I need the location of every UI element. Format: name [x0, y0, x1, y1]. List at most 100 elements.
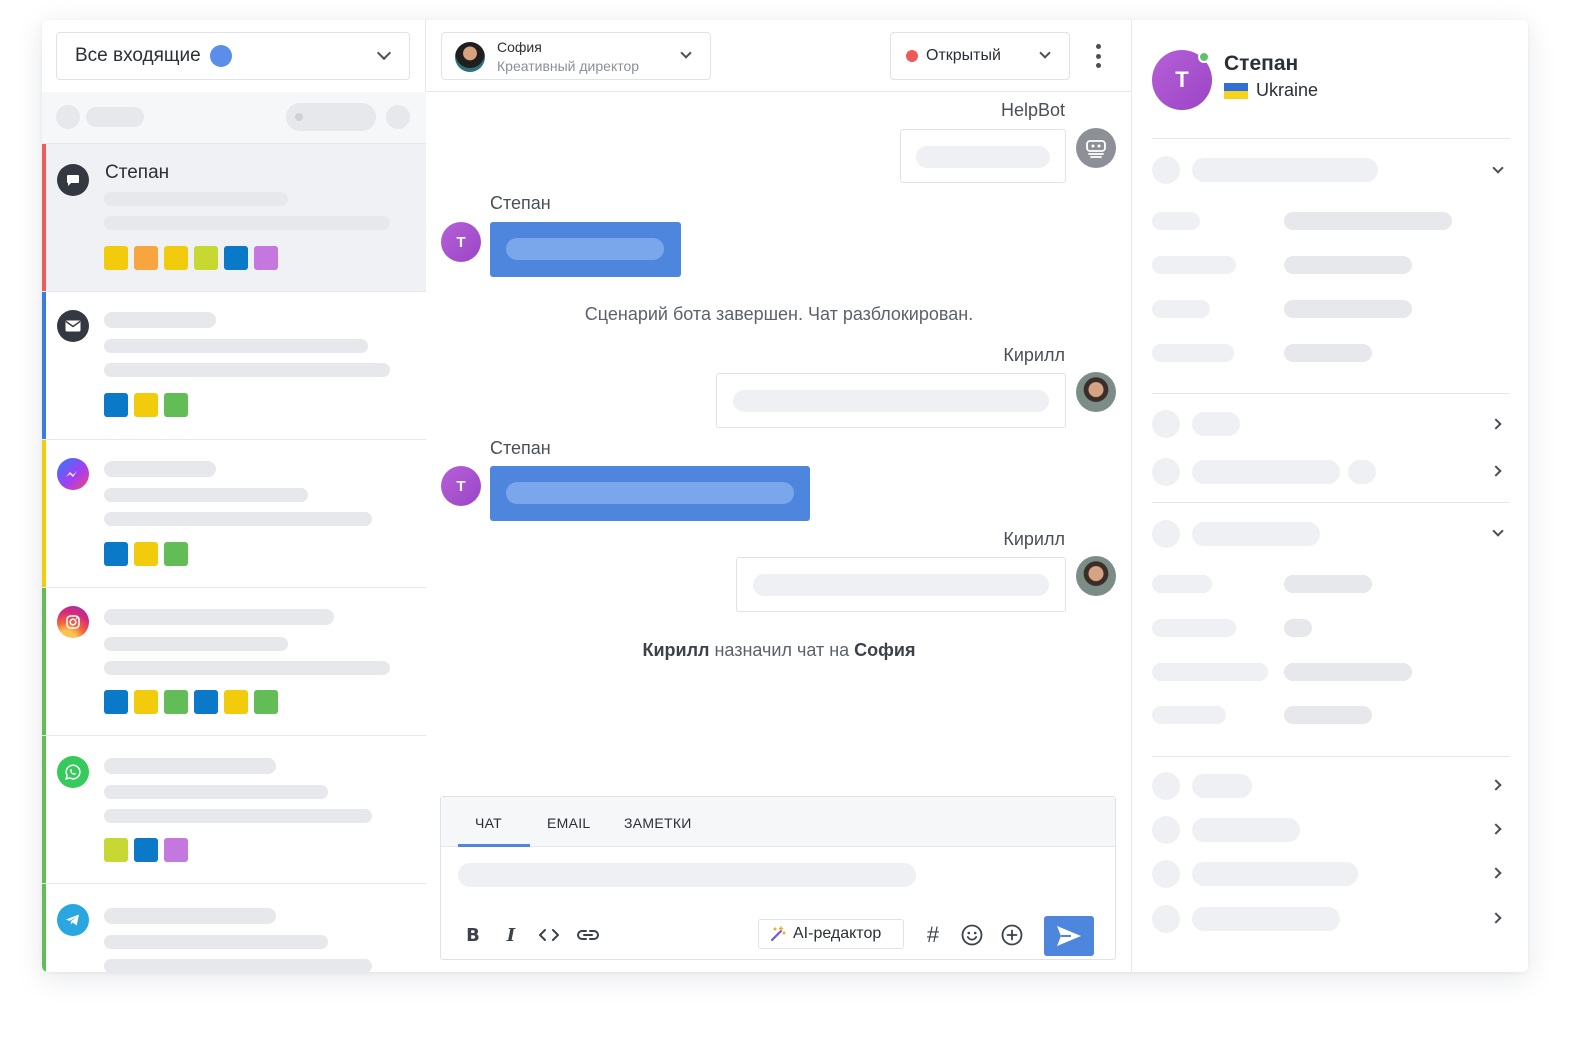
message-bubble: [490, 466, 810, 521]
message-bubble: [900, 129, 1066, 183]
tab-email[interactable]: EMAIL: [547, 815, 591, 831]
contact-country: Ukraine: [1224, 80, 1318, 101]
tag: [104, 246, 128, 270]
agent-avatar: [455, 42, 485, 72]
section-title-placeholder[interactable]: [1192, 818, 1300, 842]
emoji-icon[interactable]: [960, 923, 984, 947]
more-options-icon[interactable]: [1094, 44, 1102, 68]
section-icon-placeholder: [1152, 772, 1180, 800]
active-tab-indicator: [458, 844, 530, 847]
tag: [164, 690, 188, 714]
chevron-right-icon[interactable]: [1490, 465, 1502, 477]
tag: [104, 690, 128, 714]
chevron-right-icon[interactable]: [1490, 867, 1502, 879]
italic-icon[interactable]: I: [499, 923, 523, 947]
tab-notes[interactable]: ЗАМЕТКИ: [624, 815, 692, 831]
hashtag-icon[interactable]: #: [921, 922, 945, 947]
conversation-item[interactable]: [42, 440, 426, 588]
name-placeholder: [104, 758, 276, 774]
conversation-item[interactable]: [42, 736, 426, 884]
field-value-placeholder: [1284, 256, 1412, 274]
chevron-right-icon[interactable]: [1490, 779, 1502, 791]
conversation-item[interactable]: [42, 884, 426, 972]
ukraine-flag-icon: [1224, 82, 1248, 99]
chevron-down-icon: [1039, 47, 1051, 59]
contact-name: Степан: [1224, 52, 1299, 75]
tag: [134, 393, 158, 417]
field-label-placeholder: [1152, 300, 1210, 318]
tag: [104, 838, 128, 862]
section-icon-placeholder: [1152, 410, 1180, 438]
field-value-placeholder: [1284, 575, 1372, 593]
tag-list: [104, 542, 188, 566]
name-placeholder: [104, 609, 334, 625]
message-bubble: [736, 557, 1066, 612]
online-indicator: [1198, 51, 1210, 63]
agent-avatar: [1076, 372, 1116, 412]
email-icon: [57, 310, 89, 342]
section-title-placeholder[interactable]: [1192, 460, 1340, 484]
preview-placeholder: [104, 216, 390, 230]
field-label-placeholder: [1152, 619, 1236, 637]
name-placeholder: [104, 908, 276, 924]
tab-chat[interactable]: ЧАТ: [475, 815, 502, 831]
section-title-placeholder[interactable]: [1192, 907, 1340, 931]
message-sender: Степан: [490, 438, 551, 458]
field-label-placeholder: [1152, 706, 1226, 724]
assignee-selector[interactable]: София Креативный директор: [441, 32, 711, 80]
section-title-placeholder[interactable]: [1192, 774, 1252, 798]
chevron-down-icon[interactable]: [1492, 162, 1504, 174]
conversation-name: Степан: [105, 162, 170, 183]
add-icon[interactable]: [1000, 923, 1024, 947]
inbox-color-dot: [209, 45, 232, 67]
composer-tabs: ЧАТ EMAIL ЗАМЕТКИ: [441, 797, 1115, 847]
send-button[interactable]: [1044, 916, 1094, 956]
section-title-placeholder[interactable]: [1192, 862, 1358, 886]
contact-panel: T Степан Ukraine: [1132, 20, 1528, 972]
message-placeholder: [733, 390, 1049, 412]
message-sender: Кирилл: [1003, 345, 1065, 365]
tag: [254, 246, 278, 270]
messenger-icon: [57, 458, 89, 490]
tag: [104, 393, 128, 417]
sort-dot: [295, 113, 303, 121]
message-input[interactable]: [458, 863, 916, 887]
chevron-right-icon[interactable]: [1490, 418, 1502, 430]
send-icon: [1057, 926, 1081, 946]
tag: [104, 542, 128, 566]
link-icon[interactable]: [576, 923, 600, 947]
bold-icon[interactable]: B: [461, 923, 485, 947]
channel-color-bar: [42, 292, 46, 439]
inbox-selector[interactable]: Все входящие: [56, 32, 410, 80]
section-icon-placeholder: [1152, 156, 1180, 184]
channel-color-bar: [42, 588, 46, 735]
preview-placeholder: [104, 809, 372, 823]
tag: [224, 246, 248, 270]
conversation-item[interactable]: [42, 588, 426, 736]
message-bubble: [490, 222, 681, 277]
conversation-item[interactable]: [42, 292, 426, 440]
status-selector[interactable]: Открытый: [890, 32, 1070, 80]
section-title-placeholder[interactable]: [1192, 522, 1320, 546]
ai-editor-button[interactable]: AI-редактор: [758, 919, 904, 949]
message-placeholder: [506, 238, 664, 260]
preview-placeholder: [104, 935, 328, 949]
conversation-item[interactable]: Степан: [42, 144, 426, 292]
field-value-placeholder: [1284, 706, 1372, 724]
section-title-placeholder[interactable]: [1192, 158, 1378, 182]
tag-list: [104, 393, 188, 417]
message-sender: Кирилл: [1003, 529, 1065, 549]
chevron-right-icon[interactable]: [1490, 823, 1502, 835]
filter-placeholder: [86, 107, 144, 127]
field-label-placeholder: [1152, 256, 1236, 274]
preview-placeholder: [104, 661, 390, 675]
field-value-placeholder: [1284, 663, 1412, 681]
chevron-down-icon[interactable]: [1492, 525, 1504, 537]
tag: [134, 542, 158, 566]
chevron-right-icon[interactable]: [1490, 912, 1502, 924]
tag: [224, 690, 248, 714]
divider: [1152, 393, 1510, 394]
code-icon[interactable]: [537, 923, 561, 947]
section-title-placeholder[interactable]: [1192, 412, 1240, 436]
tag: [134, 690, 158, 714]
